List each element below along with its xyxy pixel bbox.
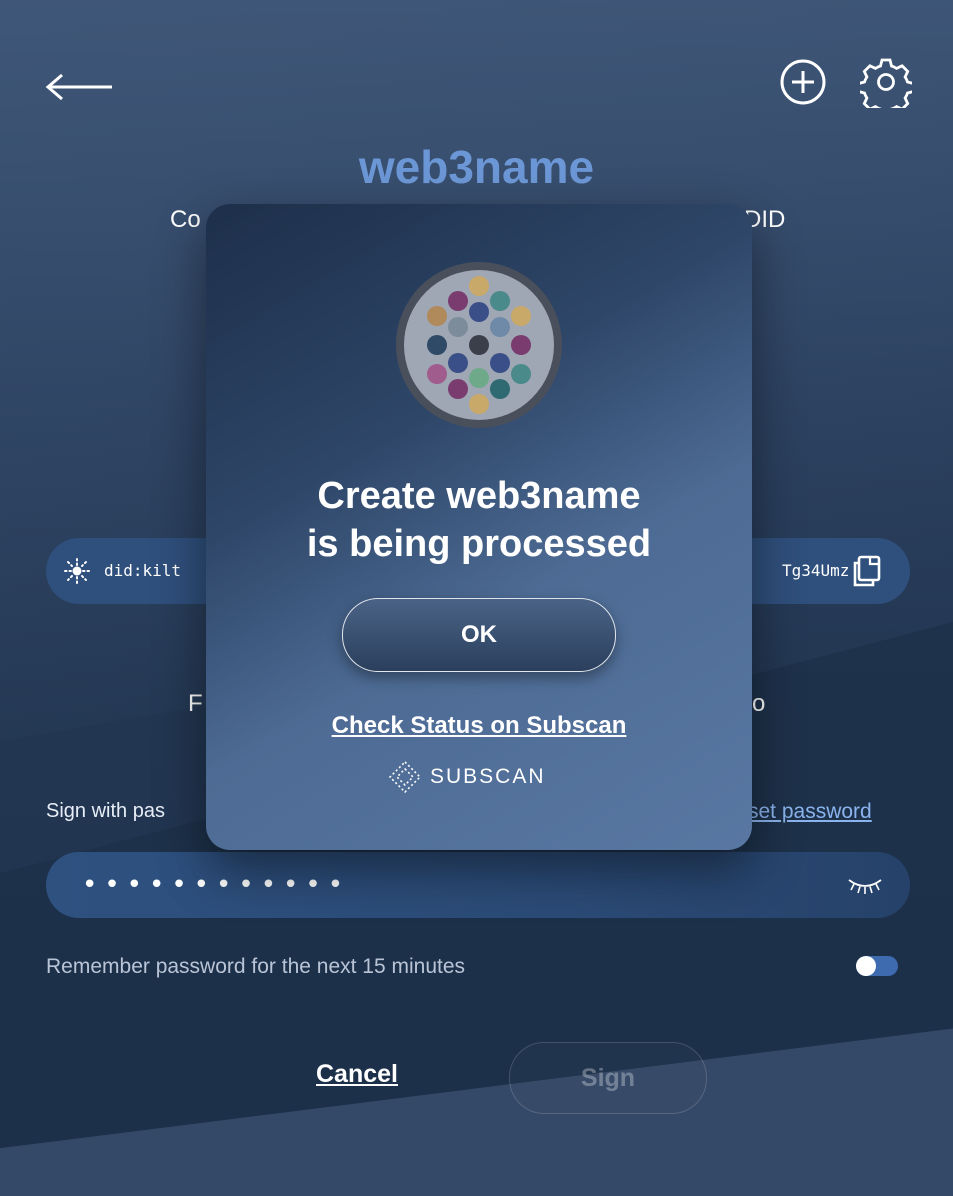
did-suffix: Tg34Umz (782, 561, 850, 580)
subtitle-fragment-left: Co (170, 206, 201, 233)
remember-password-toggle[interactable] (856, 956, 898, 976)
gear-icon[interactable] (860, 56, 912, 108)
password-input[interactable]: •••••••••••• (46, 852, 910, 918)
copy-icon[interactable] (850, 554, 884, 588)
feature-fragment-left: F (188, 690, 203, 717)
modal-title-line1: Create web3name (317, 475, 641, 517)
did-prefix: did:kilt (104, 561, 182, 580)
subscan-wordmark: SUBSCAN (430, 765, 546, 788)
ok-button[interactable]: OK (342, 598, 616, 672)
subscan-logo[interactable]: SUBSCAN (388, 760, 546, 794)
back-button[interactable] (42, 62, 114, 112)
arrow-left-icon (45, 73, 112, 101)
subscan-mark-icon (388, 760, 422, 794)
plus-circle-icon[interactable] (779, 58, 827, 106)
sign-button[interactable]: Sign (509, 1042, 707, 1114)
modal-title: Create web3name is being processed (206, 472, 752, 568)
remember-password-label: Remember password for the next 15 minute… (46, 955, 466, 978)
identicon-avatar (396, 262, 562, 428)
processing-modal: Create web3name is being processed OK Ch… (206, 204, 752, 850)
feature-fragment-right: o (752, 690, 766, 717)
sign-with-password-label: Sign with pas (46, 800, 165, 822)
page-title: web3name (358, 141, 595, 193)
kilt-sun-icon (64, 558, 90, 584)
eye-closed-icon[interactable] (846, 874, 884, 896)
cancel-button[interactable]: Cancel (316, 1060, 398, 1089)
reset-password-link[interactable]: set password (748, 800, 872, 824)
password-value: •••••••••••• (82, 870, 351, 900)
toggle-knob (856, 956, 876, 976)
check-status-link[interactable]: Check Status on Subscan (206, 712, 752, 740)
modal-title-line2: is being processed (306, 523, 652, 565)
